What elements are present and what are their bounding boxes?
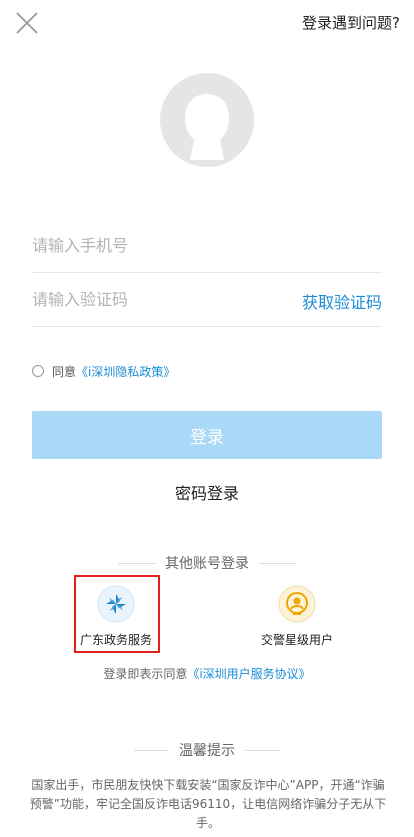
agree-prefix: 同意 [52,364,77,379]
phone-field-row [32,218,382,273]
code-field-row: 获取验证码 [32,272,382,327]
divider-line [259,562,296,564]
close-icon [16,12,38,34]
user-agreement-link[interactable]: 《i深圳用户服务协议》 [187,667,310,681]
close-button[interactable] [12,8,42,38]
login-button[interactable]: 登录 [32,411,382,459]
highlight-box [74,575,160,653]
traffic-police-login[interactable]: 交警星级用户 [237,585,357,648]
tips-body: 国家出手，市民朋友快快下载安装“国家反诈中心”APP，开通“诈骗预警”功能，牢记… [29,778,387,830]
traffic-police-icon [278,585,316,623]
privacy-policy-link[interactable]: 《i深圳隐私政策》 [76,363,175,380]
user-avatar-icon [160,73,254,167]
password-login-link[interactable]: 密码登录 [0,480,414,504]
divider-line [118,562,155,564]
login-help-link[interactable]: 登录遇到问题? [302,12,400,33]
other-login-title: 其他账号登录 [165,556,249,572]
traffic-police-label: 交警星级用户 [260,633,333,647]
other-login-divider: 其他账号登录 [118,553,296,573]
divider-line [134,749,169,751]
get-code-button[interactable]: 获取验证码 [302,289,382,313]
privacy-agreement-row: 同意 《i深圳隐私政策》 [32,362,175,380]
tips-divider: 温馨提示 [134,740,280,760]
phone-input[interactable] [32,218,282,272]
divider-line [245,749,280,751]
terms-row: 登录即表示同意《i深圳用户服务协议》 [0,665,414,682]
tips-title: 温馨提示 [179,743,235,759]
terms-prefix: 登录即表示同意 [103,667,188,681]
verification-code-input[interactable] [32,272,282,326]
agree-checkbox[interactable] [32,365,44,377]
avatar [159,72,255,168]
